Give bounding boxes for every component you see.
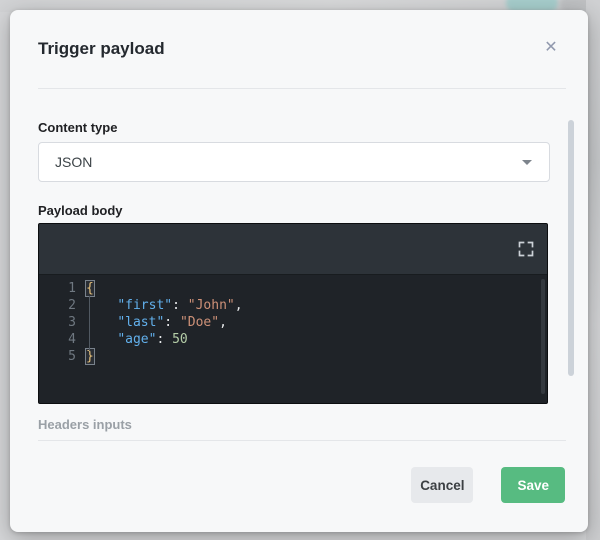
fullscreen-icon[interactable] xyxy=(518,241,534,257)
background-right-strip xyxy=(586,0,600,540)
editor-toolbar xyxy=(39,224,547,275)
line-number: 3 xyxy=(68,315,76,330)
editor-scrollbar[interactable] xyxy=(541,279,545,394)
chevron-down-icon xyxy=(522,160,532,165)
line-number: 5 xyxy=(68,349,76,364)
code-area[interactable]: 1{2 "first": "John", 3 "last": "Doe", 4 "a… xyxy=(39,275,547,365)
save-button[interactable]: Save xyxy=(501,467,565,503)
code-lines: 1{2 "first": "John", 3 "last": "Doe", 4 "a… xyxy=(39,280,547,365)
code-line: 4 "age": 50 xyxy=(39,331,547,348)
trigger-payload-modal: Trigger payload ✕ Content type JSON Payl… xyxy=(10,10,588,532)
page-title: Trigger payload xyxy=(38,39,165,58)
headers-inputs-label: Headers inputs xyxy=(38,417,132,432)
content-type-select[interactable]: JSON xyxy=(38,142,550,182)
footer-divider xyxy=(38,440,566,441)
line-number: 1 xyxy=(68,281,76,296)
modal-scrollbar[interactable] xyxy=(568,120,574,376)
bracket-indent-guide xyxy=(89,296,90,351)
line-number: 4 xyxy=(68,332,76,347)
footer-actions: Cancel Save xyxy=(411,467,565,503)
code-line: 1{ xyxy=(39,280,547,297)
line-number: 2 xyxy=(68,298,76,313)
code-line: 2 "first": "John", xyxy=(39,297,547,314)
payload-body-label: Payload body xyxy=(38,203,123,218)
cancel-button[interactable]: Cancel xyxy=(411,467,474,503)
payload-body-editor[interactable]: 1{2 "first": "John", 3 "last": "Doe", 4 "a… xyxy=(38,223,548,404)
content-type-selected-value: JSON xyxy=(55,154,93,170)
header-divider xyxy=(38,88,566,89)
close-icon[interactable]: ✕ xyxy=(542,39,560,57)
content-type-label: Content type xyxy=(38,120,118,135)
code-line: 5} xyxy=(39,348,547,365)
code-line: 3 "last": "Doe", xyxy=(39,314,547,331)
